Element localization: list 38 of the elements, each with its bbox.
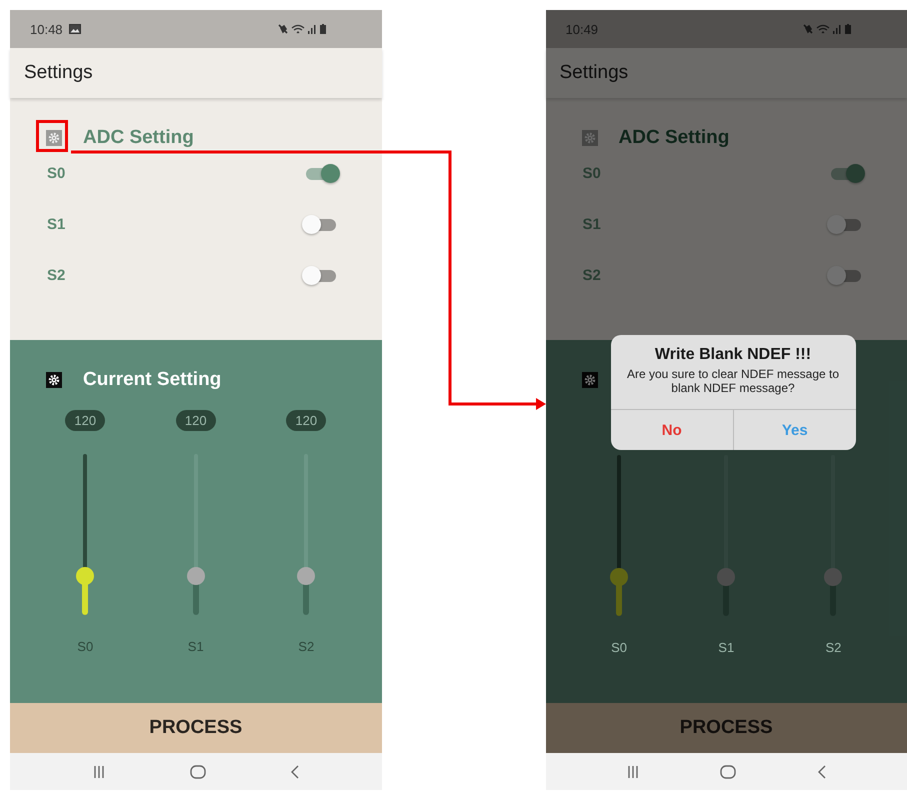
process-button[interactable]: PROCESS [10,703,382,753]
switch-label: S0 [47,165,66,182]
switch-label: S1 [582,216,601,233]
value-badge: 120 [286,410,326,431]
gear-icon [582,130,598,146]
value-badge: 120 [65,410,106,431]
home-icon[interactable] [720,764,736,778]
slider-label: S0 [611,640,628,655]
screen-title: Settings [560,62,628,84]
slider-label: S0 [77,639,94,654]
home-icon[interactable] [190,764,206,778]
screen-title: Settings [24,62,93,84]
slider-label: S1 [188,639,204,654]
gear-icon [46,130,62,146]
status-time: 10:48 [30,22,63,36]
dialog-button[interactable]: Yes [733,410,856,450]
back-icon[interactable] [816,764,827,778]
recents-icon[interactable] [626,764,640,778]
slider-label: S1 [718,640,734,655]
switch-label: S0 [582,165,601,182]
recents-icon[interactable] [92,764,106,778]
switch-label: S1 [47,216,66,233]
slider-label: S2 [825,640,842,655]
dialog-message: Are you sure to clear NDEF message to blank NDEF message? [626,366,840,395]
switch-label: S2 [582,267,601,284]
dialog-title: Write Blank NDEF !!! [654,346,812,364]
dialog-button[interactable]: No [610,410,733,450]
process-button[interactable]: PROCESS [546,703,907,753]
value-badge: 120 [176,410,216,431]
slider-label: S2 [298,639,314,654]
status-time: 10:49 [566,22,598,36]
section-title: ADC Setting [83,127,194,149]
back-icon[interactable] [290,764,300,778]
section-title: Current Setting [83,369,222,391]
switch-label: S2 [47,267,66,284]
gear-icon [46,372,62,388]
gear-icon [582,372,598,388]
section-title: ADC Setting [618,127,730,149]
